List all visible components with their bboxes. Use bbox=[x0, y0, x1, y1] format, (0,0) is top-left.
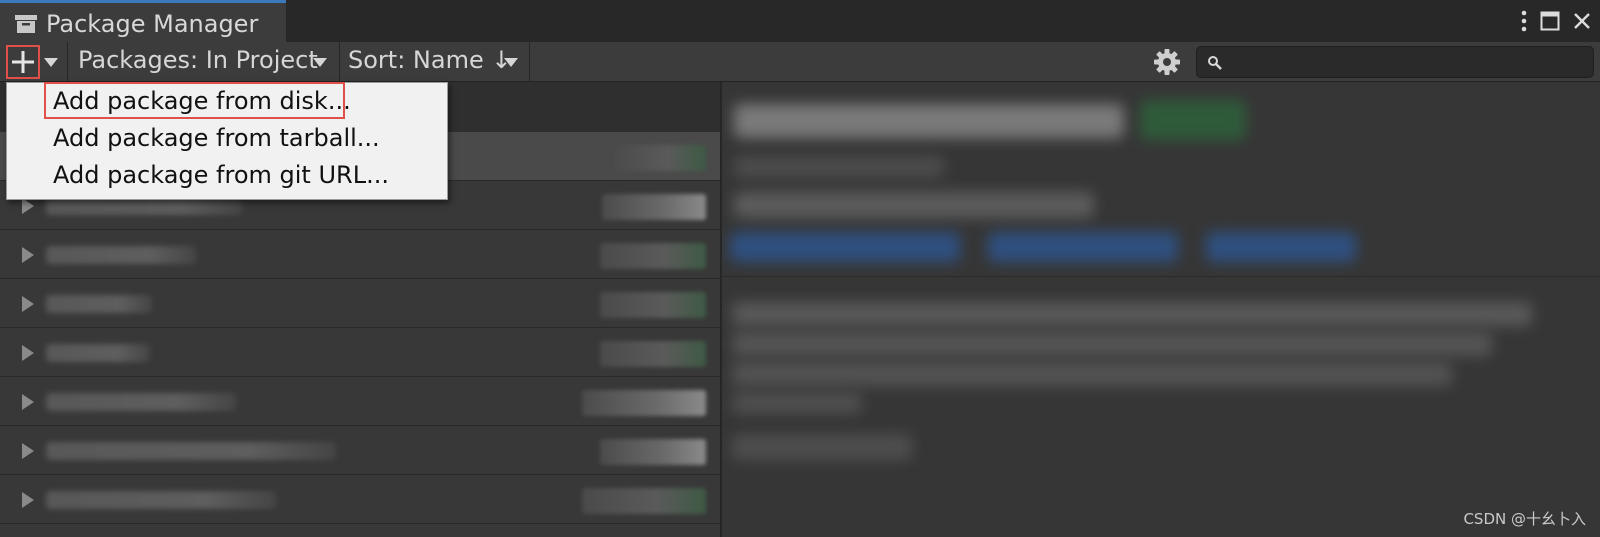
menu-item-add-from-tarball[interactable]: Add package from tarball... bbox=[53, 123, 380, 153]
expand-arrow-icon[interactable] bbox=[22, 492, 34, 508]
details-version-obscured bbox=[734, 192, 1094, 218]
details-link-obscured bbox=[730, 232, 960, 262]
details-subtitle-obscured bbox=[734, 156, 944, 178]
add-package-menu: Add package from disk... Add package fro… bbox=[6, 82, 448, 200]
close-icon[interactable] bbox=[1572, 11, 1592, 31]
window-tab[interactable]: Package Manager bbox=[0, 0, 286, 42]
search-icon bbox=[1208, 56, 1222, 70]
toolbar-separator bbox=[67, 42, 68, 82]
sort-dropdown[interactable]: Sort: Name ↓ bbox=[348, 46, 511, 74]
details-dependencies-obscured bbox=[732, 434, 912, 460]
package-details bbox=[722, 82, 1600, 537]
maximize-icon[interactable] bbox=[1540, 11, 1560, 31]
gear-icon[interactable] bbox=[1153, 48, 1181, 76]
search-input[interactable] bbox=[1196, 46, 1594, 78]
details-description-obscured bbox=[732, 392, 862, 414]
toolbar-separator bbox=[529, 42, 530, 82]
package-name-obscured bbox=[46, 295, 152, 313]
expand-arrow-icon[interactable] bbox=[22, 443, 34, 459]
package-version-obscured bbox=[600, 292, 706, 318]
package-version-obscured bbox=[582, 488, 706, 514]
more-options-icon[interactable] bbox=[1520, 10, 1528, 32]
expand-arrow-icon[interactable] bbox=[22, 394, 34, 410]
details-badge-obscured bbox=[1140, 100, 1246, 140]
details-divider bbox=[722, 276, 1600, 277]
package-version-obscured bbox=[582, 390, 706, 416]
package-version-obscured bbox=[600, 439, 706, 465]
package-name-obscured bbox=[46, 442, 336, 460]
package-name-obscured bbox=[46, 246, 196, 264]
expand-arrow-icon[interactable] bbox=[22, 247, 34, 263]
details-title-obscured bbox=[734, 104, 1124, 138]
expand-arrow-icon[interactable] bbox=[22, 345, 34, 361]
list-item[interactable] bbox=[0, 328, 720, 377]
list-item[interactable] bbox=[0, 230, 720, 279]
package-name-obscured bbox=[46, 491, 276, 509]
chevron-down-icon bbox=[504, 58, 518, 67]
list-item[interactable] bbox=[0, 377, 720, 426]
window-controls bbox=[1520, 8, 1592, 34]
add-dropdown-arrow-icon[interactable] bbox=[44, 58, 58, 67]
expand-arrow-icon[interactable] bbox=[22, 198, 34, 214]
toolbar-separator bbox=[339, 42, 340, 82]
menu-item-add-from-git-url[interactable]: Add package from git URL... bbox=[53, 160, 389, 190]
menu-item-add-from-disk[interactable]: Add package from disk... bbox=[53, 86, 351, 116]
list-item[interactable] bbox=[0, 475, 720, 524]
expand-arrow-icon[interactable] bbox=[22, 296, 34, 312]
window-title: Package Manager bbox=[46, 10, 259, 38]
package-name-obscured bbox=[46, 344, 150, 362]
details-link-obscured bbox=[988, 232, 1178, 262]
packages-filter-dropdown[interactable]: Packages: In Project bbox=[78, 46, 318, 74]
details-link-obscured bbox=[1206, 232, 1356, 262]
list-item[interactable] bbox=[0, 279, 720, 328]
details-description-obscured bbox=[732, 332, 1492, 356]
package-icon bbox=[15, 15, 37, 33]
details-description-obscured bbox=[732, 302, 1532, 326]
package-version-obscured bbox=[600, 341, 706, 367]
list-item[interactable] bbox=[0, 426, 720, 475]
title-bar: Package Manager bbox=[0, 0, 1600, 42]
details-description-obscured bbox=[732, 362, 1452, 386]
package-version-obscured bbox=[600, 243, 706, 269]
toolbar: Packages: In Project Sort: Name ↓ bbox=[0, 42, 1600, 82]
package-name-obscured bbox=[46, 393, 236, 411]
watermark: CSDN @十幺卜入 bbox=[1463, 510, 1586, 528]
plus-icon bbox=[12, 51, 34, 73]
add-package-button[interactable] bbox=[6, 45, 40, 79]
chevron-down-icon bbox=[313, 58, 327, 67]
package-version-obscured bbox=[602, 194, 706, 220]
package-version-obscured bbox=[610, 145, 706, 171]
